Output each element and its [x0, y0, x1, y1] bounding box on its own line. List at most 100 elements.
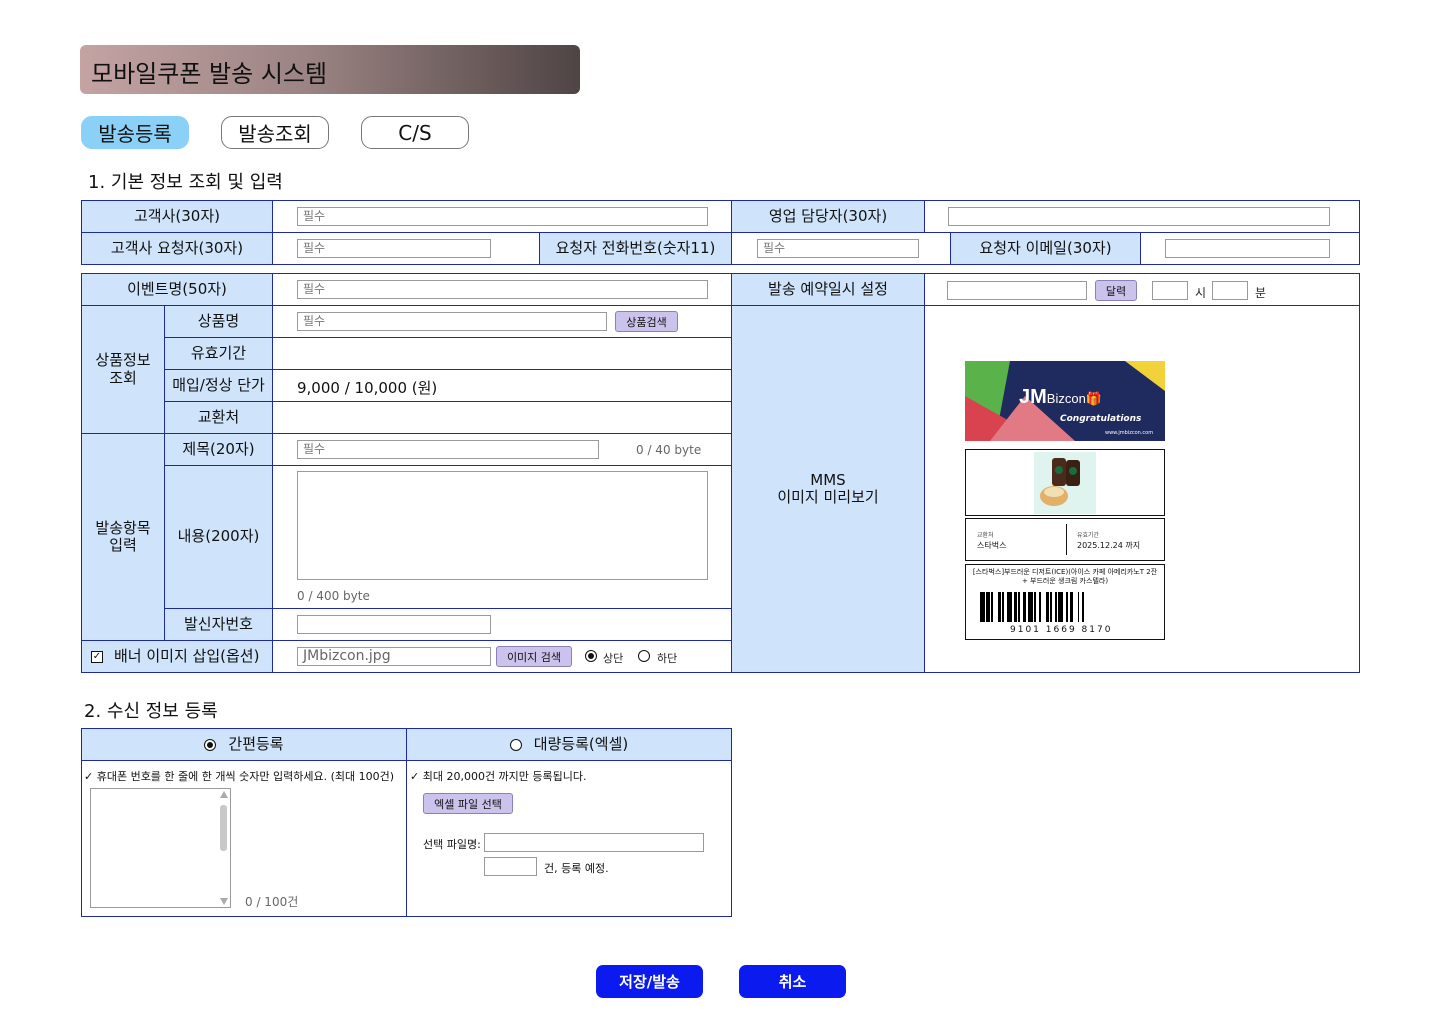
- banner-brand: JMBizcon🎁: [1019, 386, 1102, 409]
- product-group-label: 상품정보 조회: [81, 305, 165, 434]
- customer-company-label: 고객사(30자): [81, 200, 273, 233]
- section-basic-info-title: 1. 기본 정보 조회 및 입력: [88, 172, 283, 193]
- mms-barcode-panel: [스타벅스]부드러운 디저트(ICE)(아이스 카페 아메리카노T 2잔+ 부드…: [965, 564, 1165, 640]
- calendar-button[interactable]: 달력: [1095, 280, 1137, 301]
- barcode-bar: [1045, 592, 1049, 622]
- schedule-minute-input[interactable]: [1212, 281, 1248, 300]
- subject-byte-counter: 0 / 40 byte: [636, 443, 702, 457]
- content-textarea[interactable]: [297, 471, 708, 580]
- tab-cs[interactable]: C/S: [361, 116, 469, 149]
- content-label: 내용(200자): [164, 465, 273, 609]
- barcode-bar: [1050, 592, 1052, 622]
- barcode-bar: [1066, 592, 1068, 622]
- barcode-product-desc: [스타벅스]부드러운 디저트(ICE)(아이스 카페 아메리카노T 2잔+ 부드…: [972, 568, 1158, 585]
- banner-url: www.jmbizcon.com: [1105, 430, 1154, 436]
- scroll-down-icon[interactable]: [220, 898, 228, 905]
- save-send-button[interactable]: 저장/발송: [596, 965, 703, 998]
- scrollbar-thumb[interactable]: [220, 805, 227, 851]
- product-name-input[interactable]: 필수: [297, 312, 607, 331]
- schedule-hour-input[interactable]: [1152, 281, 1188, 300]
- bulk-register-radio[interactable]: [509, 738, 522, 751]
- schedule-date-input[interactable]: [947, 281, 1087, 300]
- barcode-bar: [1069, 592, 1073, 622]
- barcode-bar: [1028, 592, 1033, 622]
- scroll-up-icon[interactable]: [220, 791, 228, 798]
- cancel-button[interactable]: 취소: [739, 965, 846, 998]
- bulk-register-header[interactable]: 대량등록(엑셀): [406, 728, 732, 761]
- banner-brand-jm: JM: [1019, 386, 1047, 408]
- info-exchange-title: 교환처: [977, 532, 994, 539]
- hour-label: 시: [1195, 286, 1207, 300]
- validity-label: 유효기간: [164, 337, 273, 370]
- mms-product-image-panel: [965, 449, 1165, 516]
- selected-file-input[interactable]: [484, 833, 704, 852]
- barcode-bar: [1034, 592, 1036, 622]
- simple-register-label: 간편등록: [228, 734, 284, 753]
- event-name-label: 이벤트명(50자): [81, 273, 273, 306]
- info-exchange-value: 스타벅스: [977, 541, 1007, 550]
- barcode-bar: [997, 592, 1001, 622]
- barcode-bar: [980, 592, 985, 622]
- register-count-input: [484, 857, 537, 876]
- bulk-register-note: ✓ 최대 20,000건 까지만 등록됩니다.: [410, 770, 587, 783]
- requester-phone-input[interactable]: 필수: [757, 239, 919, 258]
- app-title: 모바일쿠폰 발송 시스템: [91, 60, 328, 88]
- banner-image-search-button[interactable]: 이미지 검색: [496, 646, 572, 667]
- sender-number-input[interactable]: [297, 615, 491, 634]
- banner-brand-biz: Bizcon: [1046, 391, 1086, 406]
- barcode-bar: [986, 592, 990, 622]
- banner-congrats: Congratulations: [1060, 414, 1142, 424]
- section-recipient-title: 2. 수신 정보 등록: [84, 701, 218, 722]
- simple-register-header[interactable]: 간편등록: [81, 728, 407, 761]
- barcode-bar: [1013, 592, 1017, 622]
- product-photo: [1034, 452, 1096, 514]
- minute-label: 분: [1255, 286, 1267, 300]
- simple-register-note: ✓ 휴대폰 번호를 한 줄에 한 개씩 숫자만 입력하세요. (최대 100건): [84, 770, 395, 783]
- excel-file-button[interactable]: 엑셀 파일 선택: [423, 793, 513, 814]
- banner-checkbox[interactable]: ✓: [91, 650, 103, 663]
- price-label: 매입/정상 단가: [164, 369, 273, 402]
- subject-input[interactable]: 필수: [297, 440, 599, 459]
- phone-list-textarea[interactable]: [90, 788, 231, 908]
- info-validity-title: 유효기간: [1077, 532, 1100, 539]
- message-group-label: 발송항목 입력: [81, 433, 165, 641]
- product-name-label: 상품명: [164, 305, 273, 338]
- requester-email-input[interactable]: [1165, 239, 1330, 258]
- banner-bottom-radio[interactable]: [638, 650, 650, 662]
- gift-icon: 🎁: [1085, 391, 1103, 406]
- content-byte-counter: 0 / 400 byte: [297, 589, 370, 603]
- barcode-bar: [1023, 592, 1027, 622]
- barcode-bar: [1039, 592, 1041, 622]
- register-count-suffix: 건, 등록 예정.: [544, 862, 609, 875]
- barcode-bar: [1082, 592, 1084, 622]
- info-validity-value: 2025.12.24 까지: [1077, 541, 1141, 550]
- price-value: 9,000 / 10,000 (원): [297, 379, 438, 397]
- barcode-bar: [1058, 592, 1064, 622]
- barcode-bar: [1077, 592, 1080, 622]
- banner-top-radio[interactable]: [585, 650, 597, 662]
- tab-send-inquiry[interactable]: 발송조회: [221, 116, 329, 149]
- banner-top-label: 상단: [603, 652, 624, 665]
- customer-company-input[interactable]: 필수: [297, 207, 708, 226]
- mms-info-panel: 교환처 스타벅스 유효기간 2025.12.24 까지: [965, 518, 1165, 561]
- sales-manager-input[interactable]: [948, 207, 1330, 226]
- barcode-number: 9101 1669 8170: [1010, 625, 1113, 635]
- subject-label: 제목(20자): [164, 433, 273, 466]
- barcode-bar: [991, 592, 993, 622]
- simple-register-radio[interactable]: [204, 738, 217, 751]
- requester-label: 고객사 요청자(30자): [81, 232, 273, 265]
- exchange-cell: [272, 401, 732, 434]
- banner-bottom-label: 하단: [657, 652, 678, 665]
- tab-send-register[interactable]: 발송등록: [81, 116, 189, 149]
- info-divider: [1066, 524, 1067, 555]
- mms-banner-image: JMBizcon🎁 Congratulations www.jmbizcon.c…: [965, 361, 1165, 441]
- product-search-button[interactable]: 상품검색: [615, 311, 678, 332]
- barcode-bar: [1007, 592, 1012, 622]
- schedule-label: 발송 예약일시 설정: [731, 273, 925, 306]
- event-name-input[interactable]: 필수: [297, 280, 708, 299]
- banner-file-input[interactable]: JMbizcon.jpg: [297, 647, 491, 666]
- validity-cell: [272, 337, 732, 370]
- coffee-dessert-icon: [1040, 458, 1080, 506]
- requester-input[interactable]: 필수: [297, 239, 491, 258]
- barcode-bar: [1018, 592, 1020, 622]
